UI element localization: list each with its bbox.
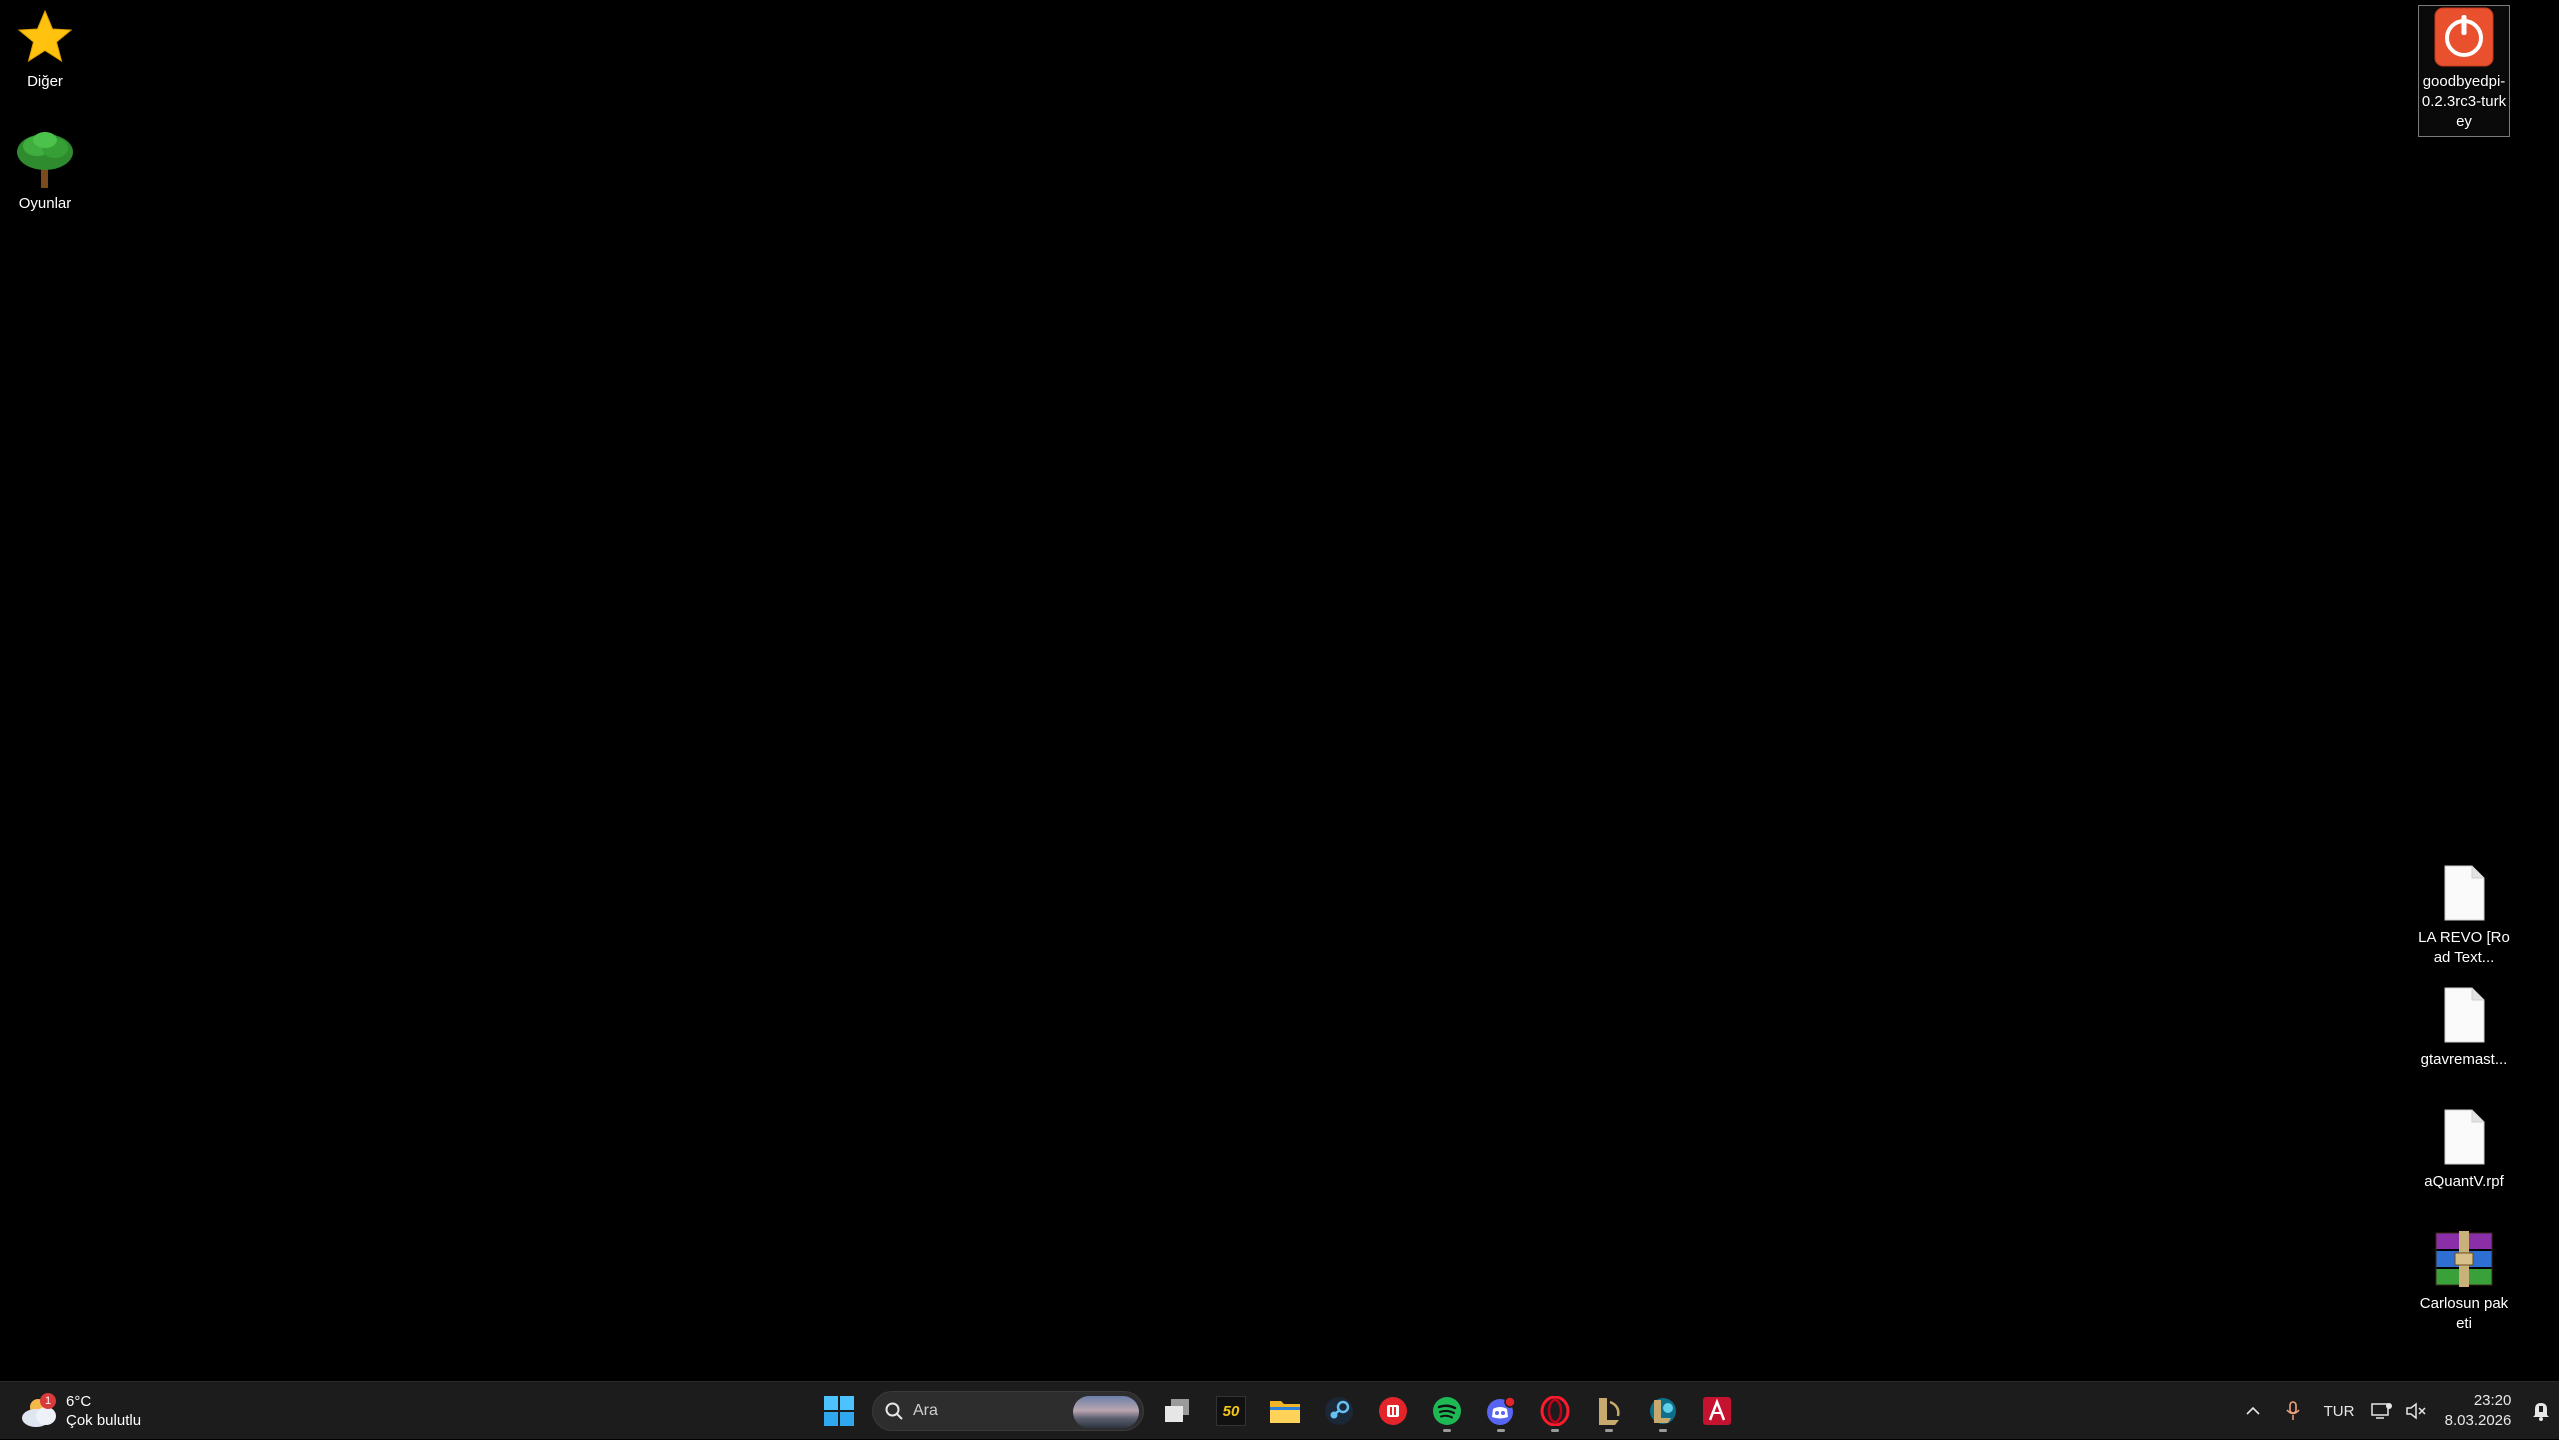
league-client-button[interactable] — [1583, 1387, 1635, 1435]
red-a-app-button[interactable] — [1691, 1387, 1743, 1435]
desktop-icon-label: gtavremast... — [2420, 1051, 2508, 1068]
desktop-icon-label: goodbyedpi-0.2.3rc3-turkey — [2421, 73, 2507, 130]
discord-icon — [1487, 1396, 1516, 1425]
desktop-icon-oyunlar[interactable]: Oyunlar — [0, 128, 93, 214]
discord-button[interactable] — [1475, 1387, 1527, 1435]
notification-bell-icon — [2533, 1403, 2549, 1421]
spotify-icon — [1433, 1397, 1461, 1425]
search-input[interactable] — [911, 1401, 1065, 1421]
game-client-icon — [1650, 1398, 1676, 1424]
search-icon — [885, 1402, 903, 1420]
task-view-icon — [1165, 1399, 1189, 1422]
network-icon — [2371, 1403, 2392, 1419]
desktop[interactable]: Diğer Oyunlar goodbyedpi-0.2.3rc3-turkey — [0, 0, 2559, 1381]
running-indicator — [1605, 1429, 1613, 1432]
steam-icon — [1325, 1397, 1353, 1425]
running-indicator — [1659, 1429, 1667, 1432]
desktop-icon-label: Carlosun paketi — [2419, 1295, 2509, 1332]
app-50-icon: 50 — [1216, 1396, 1246, 1426]
desktop-icon-label: LA REVO [Road Text... — [2418, 929, 2510, 966]
windows-start-icon — [824, 1396, 854, 1426]
desktop-icon-la-revo[interactable]: LA REVO [Road Text... — [2416, 862, 2512, 968]
volume-button[interactable] — [2399, 1382, 2433, 1440]
league-icon — [1599, 1398, 1620, 1425]
taskbar-center: 50 — [812, 1387, 1744, 1435]
app-50-label: 50 — [1222, 1402, 1240, 1420]
game-client-button[interactable] — [1637, 1387, 1689, 1435]
star-icon — [14, 6, 76, 68]
desktop-icon-label: Diğer — [27, 73, 63, 90]
red-app-button[interactable] — [1367, 1387, 1419, 1435]
running-indicator — [1497, 1429, 1505, 1432]
file-icon — [2433, 862, 2495, 924]
red-app-icon — [1379, 1397, 1407, 1425]
file-explorer-button[interactable] — [1259, 1387, 1311, 1435]
tree-icon — [14, 128, 76, 190]
app-50-button[interactable]: 50 — [1205, 1387, 1257, 1435]
desktop-icon-aquantv[interactable]: aQuantV.rpf — [2416, 1106, 2512, 1192]
power-icon — [2433, 6, 2495, 68]
opera-icon — [1540, 1396, 1570, 1426]
clock[interactable]: 23:20 8.03.2026 — [2433, 1382, 2523, 1440]
desktop-icon-label: Oyunlar — [18, 195, 72, 212]
microphone-icon — [2286, 1401, 2300, 1420]
steam-button[interactable] — [1313, 1387, 1365, 1435]
cloudy-weather-icon: 1 — [18, 1391, 60, 1431]
file-icon — [2433, 984, 2495, 1046]
clock-date: 8.03.2026 — [2444, 1412, 2512, 1429]
desktop-icon-carlosun-paketi[interactable]: Carlosun paketi — [2416, 1228, 2512, 1334]
microphone-button[interactable] — [2273, 1382, 2313, 1440]
running-indicator — [1443, 1429, 1451, 1432]
file-icon — [2433, 1106, 2495, 1168]
spotify-button[interactable] — [1421, 1387, 1473, 1435]
weather-widget[interactable]: 1 6°C Çok bulutlu — [18, 1388, 141, 1434]
opera-button[interactable] — [1529, 1387, 1581, 1435]
chevron-up-icon — [2246, 1406, 2260, 1415]
folder-icon — [1270, 1401, 1300, 1423]
notification-center-button[interactable] — [2523, 1382, 2559, 1440]
search-highlight-image — [1073, 1396, 1139, 1428]
desktop-icon-label: aQuantV.rpf — [2424, 1173, 2504, 1190]
clock-time: 23:20 — [2473, 1392, 2512, 1409]
network-button[interactable] — [2365, 1382, 2399, 1440]
desktop-icon-goodbyedpi[interactable]: goodbyedpi-0.2.3rc3-turkey — [2418, 5, 2510, 137]
winrar-archive-icon — [2433, 1228, 2495, 1290]
weather-badge: 1 — [40, 1393, 56, 1409]
language-indicator[interactable]: TUR — [2313, 1382, 2365, 1440]
weather-condition: Çok bulutlu — [66, 1412, 142, 1429]
taskbar-search[interactable] — [872, 1391, 1144, 1431]
system-tray: TUR 23:20 8.03.2026 — [2233, 1382, 2559, 1440]
show-hidden-icons-button[interactable] — [2233, 1382, 2273, 1440]
desktop-icon-gtavremast[interactable]: gtavremast... — [2416, 984, 2512, 1070]
volume-muted-icon — [2406, 1402, 2426, 1420]
task-view-button[interactable] — [1151, 1387, 1203, 1435]
desktop-icon-diger[interactable]: Diğer — [0, 6, 93, 92]
red-a-icon — [1703, 1397, 1731, 1425]
weather-temperature: 6°C — [66, 1393, 92, 1410]
start-button[interactable] — [813, 1387, 865, 1435]
running-indicator — [1551, 1429, 1559, 1432]
taskbar: 1 6°C Çok bulutlu Ara 50 TUR 23:20 8.03.… — [0, 1381, 2559, 1439]
